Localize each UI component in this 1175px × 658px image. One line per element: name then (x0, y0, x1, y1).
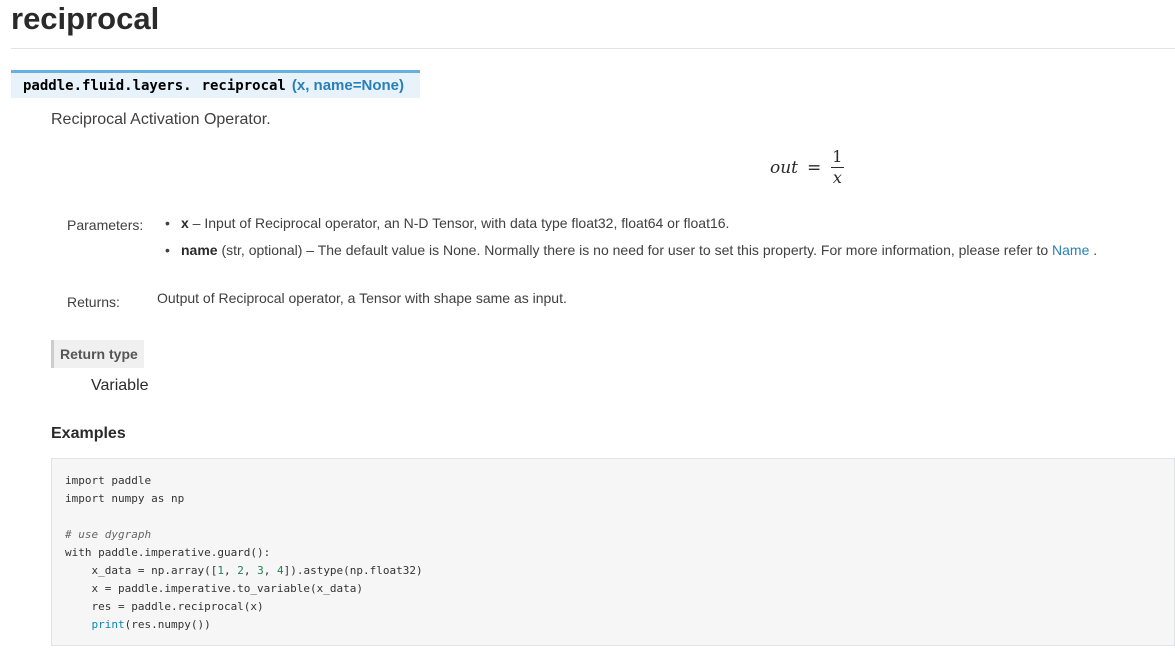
code-token: (res.numpy()) (124, 618, 211, 631)
param-name-x: x (181, 215, 189, 231)
title-divider (11, 48, 1175, 49)
function-description: Reciprocal Activation Operator. (51, 111, 271, 128)
code-line: import paddle (65, 474, 152, 487)
code-token: , (223, 564, 238, 577)
formula: out = 1 x (770, 147, 844, 188)
code-token: ]).astype(np.float32) (283, 564, 423, 577)
code-line: import numpy as np (65, 492, 185, 505)
code-token: , (263, 564, 277, 577)
returns-description: Output of Reciprocal operator, a Tensor … (157, 290, 567, 306)
param-item-name: • name (str, optional) – The default val… (165, 240, 1097, 260)
code-number: 3 (257, 564, 264, 577)
code-builtin: print (91, 618, 125, 631)
parameters-label: Parameters: (67, 217, 144, 233)
param-desc-name: (str, optional) – The default value is N… (217, 242, 1053, 258)
code-line: print(res.numpy()) (65, 616, 1161, 634)
name-doc-link[interactable]: Name (1052, 240, 1089, 260)
parameters-list: • x – Input of Reciprocal operator, an N… (165, 213, 1097, 267)
formula-equals: = (807, 157, 822, 178)
param-separator: – (188, 215, 205, 231)
param-item-x: • x – Input of Reciprocal operator, an N… (165, 213, 1097, 233)
formula-numerator: 1 (832, 147, 843, 166)
signature-function-name: reciprocal (201, 77, 286, 94)
page-title: reciprocal (11, 1, 160, 36)
bullet: • (165, 215, 170, 231)
formula-lhs: out (770, 157, 799, 178)
param-desc-tail: . (1089, 242, 1098, 258)
signature-params: (x, name=None) (291, 77, 404, 94)
code-number: 4 (276, 564, 284, 577)
code-example: import paddle import numpy as np # use dyg… (51, 458, 1175, 646)
code-comment: # use dygraph (65, 528, 152, 541)
returns-label: Returns: (67, 294, 120, 310)
code-number: 1 (217, 564, 224, 577)
signature-module-prefix: paddle.fluid.layers. (23, 77, 192, 94)
code-number: 2 (237, 564, 244, 577)
return-type-value: Variable (91, 377, 149, 394)
code-token: , (243, 564, 258, 577)
code-line: x = paddle.imperative.to_variable(x_data… (65, 582, 364, 595)
code-line: res = paddle.reciprocal(x) (65, 600, 264, 613)
function-signature: paddle.fluid.layers. reciprocal (x, name… (11, 70, 420, 98)
examples-heading: Examples (51, 425, 126, 442)
formula-fraction: 1 x (830, 147, 844, 188)
formula-denominator: x (832, 168, 842, 187)
return-type-label: Return type (51, 340, 144, 368)
code-line: x_data = np.array([1, 2, 3, 4]).astype(n… (65, 562, 1161, 580)
param-name-name: name (181, 242, 218, 258)
code-line: with paddle.imperative.guard(): (65, 546, 271, 559)
param-desc-x: Input of Reciprocal operator, an N-D Ten… (204, 215, 730, 231)
bullet: • (165, 242, 170, 258)
code-token: x_data = np.array([ (65, 564, 218, 577)
